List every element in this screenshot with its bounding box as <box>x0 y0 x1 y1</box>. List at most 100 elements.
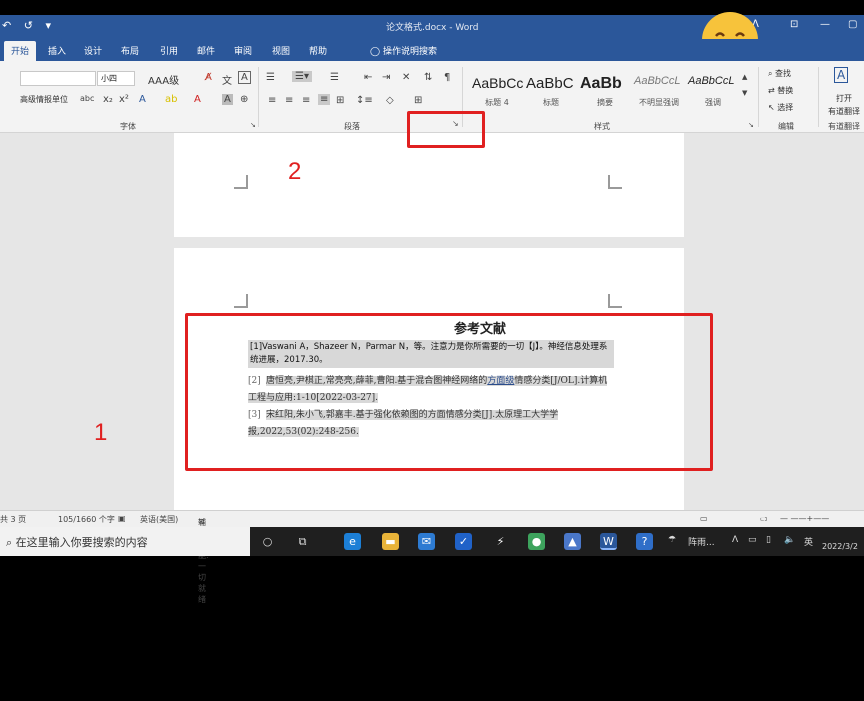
numbering-icon[interactable]: ☰▾ <box>292 71 312 82</box>
tab-help[interactable]: 帮助 <box>309 44 327 57</box>
tab-insert[interactable]: 插入 <box>48 44 66 57</box>
tab-references[interactable]: 引用 <box>160 44 178 57</box>
char-border-icon[interactable]: A <box>238 71 251 84</box>
undo-icon[interactable]: ↶ <box>2 19 11 32</box>
bullets-icon[interactable]: ☰ <box>266 72 275 83</box>
select-button[interactable]: ↖ 选择 <box>768 102 793 113</box>
page-count[interactable]: 共 3 页 <box>0 514 26 525</box>
taskbar-date[interactable]: 2022/3/2 <box>822 542 858 551</box>
tab-mailings[interactable]: 邮件 <box>197 44 215 57</box>
phonetic-icon[interactable]: 文 <box>222 72 232 87</box>
strikethrough-icon[interactable]: abc <box>80 94 94 103</box>
minimize-button[interactable]: — <box>820 19 830 30</box>
line-spacing-icon[interactable]: ↕≡ <box>356 95 373 106</box>
photos-icon[interactable]: ▲ <box>564 533 581 550</box>
align-right-icon[interactable]: ≡ <box>302 95 310 106</box>
styles-scroll-up-icon[interactable]: ▲ <box>742 73 747 81</box>
style-title[interactable]: AaBbC 标题 <box>524 73 578 109</box>
superscript-icon[interactable]: x² <box>119 94 129 105</box>
open-translate-label[interactable]: 打开 <box>836 93 852 104</box>
weather-text[interactable]: 阵雨... <box>688 535 715 548</box>
extra-style-text: 高级情报单位 <box>20 95 68 104</box>
margin-corner <box>234 294 248 308</box>
sort-icon[interactable]: ⇅ <box>424 72 432 83</box>
replace-button[interactable]: ⇄ 替换 <box>768 85 793 96</box>
ime-indicator[interactable]: 英 <box>804 535 813 548</box>
borders-icon[interactable]: ⊞ <box>414 95 422 106</box>
style-heading4[interactable]: AaBbCc 标题 4 <box>470 73 524 109</box>
highlight-icon[interactable]: ab <box>165 94 177 105</box>
distributed-icon[interactable]: ⊞ <box>336 95 344 106</box>
chinese-layout-icon[interactable]: ✕ <box>402 72 410 83</box>
network-icon[interactable]: ▭ <box>748 535 757 545</box>
translate-group-label: 有道翻译 <box>828 122 860 131</box>
style-emphasis[interactable]: AaBbCcL 强调 <box>686 73 740 109</box>
editing-group-label: 编辑 <box>778 122 794 131</box>
lightning-app-icon[interactable]: ⚡ <box>492 533 509 550</box>
task-view-icon[interactable]: ⧉ <box>294 533 311 550</box>
mail-icon[interactable]: ✉ <box>418 533 435 550</box>
edge-icon[interactable]: e <box>344 533 361 550</box>
page-previous[interactable] <box>174 133 684 237</box>
font-size-combo[interactable]: 小四 <box>97 71 135 86</box>
file-explorer-icon[interactable]: ▬ <box>382 533 399 550</box>
font-dialog-launcher-icon[interactable]: ↘ <box>250 121 256 129</box>
tell-me-search[interactable]: ◯ 操作说明搜索 <box>370 44 437 57</box>
multilevel-list-icon[interactable]: ☰ <box>330 72 339 83</box>
tab-home[interactable]: 开始 <box>4 41 37 61</box>
styles-scroll-down-icon[interactable]: ▼ <box>742 89 747 97</box>
find-button[interactable]: ⌕ 查找 <box>768 68 791 79</box>
word-taskbar-icon[interactable]: W <box>600 533 617 550</box>
tray-chevron-icon[interactable]: ᐱ <box>732 535 738 545</box>
tab-review[interactable]: 审阅 <box>234 44 252 57</box>
volume-icon[interactable]: 🔈 <box>784 535 795 545</box>
taskbar-search[interactable]: ⌕ 在这里输入你要搜索的内容 <box>0 527 250 556</box>
font-color-icon[interactable]: A <box>194 94 201 105</box>
chrome-icon[interactable]: ● <box>528 533 545 550</box>
help-app-icon[interactable]: ? <box>636 533 653 550</box>
style-subtle-emphasis[interactable]: AaBbCcL 不明显强调 <box>632 73 686 109</box>
tab-design[interactable]: 设计 <box>84 44 102 57</box>
font-name-combo[interactable] <box>20 71 96 86</box>
proofing-icon[interactable]: ▣ <box>118 514 126 523</box>
align-center-icon[interactable]: ≡ <box>285 95 293 106</box>
magnifier-icon: ⌕ <box>768 69 776 78</box>
margin-corner <box>608 175 622 189</box>
maximize-button[interactable]: ▢ <box>848 19 857 30</box>
todo-icon[interactable]: ✓ <box>455 533 472 550</box>
ribbon-options-icon[interactable]: ⊡ <box>790 19 798 30</box>
clear-format-icon[interactable]: A̸ <box>205 72 212 83</box>
font-group-label: 字体 <box>120 122 136 131</box>
replace-icon: ⇄ <box>768 86 778 95</box>
text-effects-icon[interactable]: A <box>139 94 146 105</box>
search-icon: ⌕ <box>6 536 16 549</box>
shading-icon[interactable]: ◇ <box>386 95 394 106</box>
cortana-icon[interactable]: ○ <box>259 533 276 550</box>
enclose-char-icon[interactable]: ⊕ <box>240 94 248 105</box>
decrease-indent-icon[interactable]: ⇤ <box>364 72 372 83</box>
cursor-icon: ↖ <box>768 103 778 112</box>
margin-corner <box>608 294 622 308</box>
paragraph-group-label: 段落 <box>344 122 360 131</box>
subscript-icon[interactable]: x₂ <box>103 94 113 105</box>
show-marks-icon[interactable]: ¶ <box>444 72 450 83</box>
tab-view[interactable]: 视图 <box>272 44 290 57</box>
redo-icon[interactable]: ↺ <box>24 19 33 32</box>
translate-icon[interactable]: A <box>834 67 849 83</box>
styles-dialog-launcher-icon[interactable]: ↘ <box>748 121 754 129</box>
translate-button-label[interactable]: 有道翻译 <box>828 106 860 117</box>
sample-text: AAA级 <box>148 76 180 87</box>
increase-indent-icon[interactable]: ⇥ <box>382 72 390 83</box>
style-abstract[interactable]: AaBb 摘要 <box>578 73 632 109</box>
align-left-icon[interactable]: ≡ <box>268 95 276 106</box>
lightbulb-icon: ◯ <box>370 47 383 57</box>
word-count[interactable]: 105/1660 个字 <box>58 514 115 525</box>
battery-icon[interactable]: ▯ <box>766 535 771 545</box>
language-status[interactable]: 英语(美国) <box>140 514 178 525</box>
tab-layout[interactable]: 布局 <box>121 44 139 57</box>
justify-icon[interactable]: ≡ <box>318 94 331 105</box>
char-shading-icon[interactable]: A <box>222 94 233 105</box>
weather-icon[interactable]: ☂ <box>668 535 676 545</box>
customize-icon[interactable]: ▾ <box>45 19 51 32</box>
read-mode-icon[interactable]: ▭ <box>700 514 708 523</box>
